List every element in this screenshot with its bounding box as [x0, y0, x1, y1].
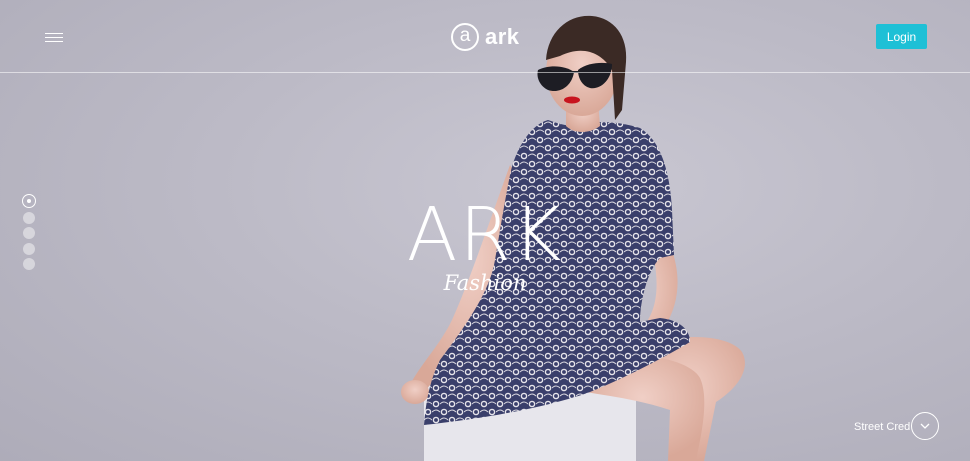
hero-subtitle: Fashion: [443, 271, 527, 295]
hamburger-menu-button[interactable]: [45, 31, 63, 45]
chevron-down-icon: [920, 423, 930, 429]
scroll-label: Street Cred: [854, 421, 911, 433]
login-button[interactable]: Login: [876, 24, 927, 49]
logo-circle: a: [451, 23, 479, 51]
hero-section: a ark Login ARK Fashion Street Cred: [0, 0, 970, 461]
logo-text: ark: [485, 24, 520, 49]
top-header: a ark Login: [0, 0, 970, 73]
ark-logo[interactable]: a ark: [451, 21, 520, 53]
hero-title: ARK: [406, 192, 564, 278]
hamburger-icon: [45, 33, 63, 34]
scroll-down-button[interactable]: [911, 412, 939, 440]
